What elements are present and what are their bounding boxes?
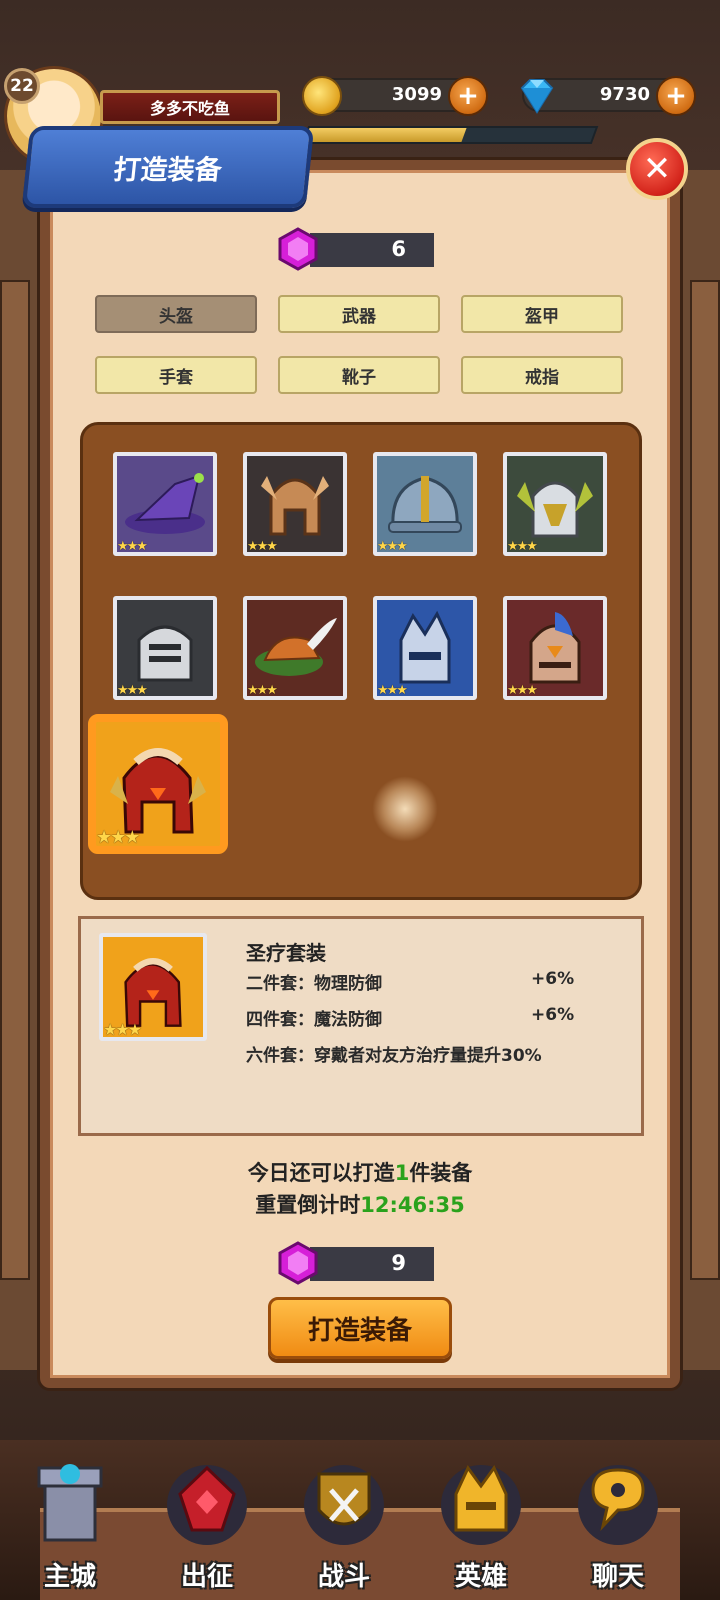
nav-main-city[interactable]: 主城 — [5, 1440, 135, 1600]
material-count: 6 — [391, 237, 406, 261]
modal-title: 打造装备 — [21, 126, 315, 208]
set-bonus-4-value: +6% — [531, 1005, 575, 1025]
spiked-blue-helmet-icon — [377, 600, 473, 696]
set-bonus-2-label: 二件套：物理防御 — [246, 974, 382, 994]
star-rating: ★★★ — [117, 683, 148, 698]
star-rating: ★★★ — [377, 683, 408, 698]
blue-crest-helmet-icon — [507, 600, 603, 696]
star-rating: ★★★ — [247, 683, 278, 698]
gold-value: 3099 — [391, 84, 442, 105]
nav-label: 主城 — [43, 1562, 96, 1592]
star-rating: ★★★ — [103, 1020, 142, 1039]
craft-equipment-button[interactable]: 打造装备 — [268, 1297, 452, 1359]
exp-bar — [301, 126, 599, 144]
nav-battle[interactable]: 战斗 — [279, 1440, 409, 1600]
feathered-hunter-hat-icon — [247, 600, 343, 696]
equipment-slot-selected[interactable]: ★★★ — [88, 714, 228, 854]
background-left-rail — [0, 280, 30, 1280]
set-name: 圣疗套装 — [246, 941, 326, 965]
close-button[interactable]: ✕ — [626, 138, 688, 200]
nav-label: 出征 — [180, 1562, 233, 1592]
daily-prefix: 今日还可以打造 — [247, 1161, 395, 1185]
equipment-slot[interactable]: ★★★ — [243, 596, 347, 700]
set-info-panel: ★★★ 圣疗套装 二件套：物理防御 +6% 四件套：魔法防御 +6% 六件套：穿… — [78, 916, 644, 1136]
exp-bar-fill — [304, 128, 467, 142]
tab-gloves[interactable]: 手套 — [95, 356, 257, 394]
purple-gem-icon — [278, 1241, 318, 1285]
daily-count: 1 — [394, 1161, 410, 1185]
level-badge: 22 — [4, 68, 40, 104]
equipment-slot[interactable]: ★★★ — [113, 452, 217, 556]
steel-kettle-helmet-icon — [377, 456, 473, 552]
diamond-value: 9730 — [599, 84, 650, 105]
bottom-navigation: 主城 出征 战斗 英雄 聊天 — [0, 1440, 720, 1600]
star-rating: ★★★ — [117, 539, 148, 554]
red-crystal-icon — [167, 1465, 247, 1545]
countdown-value: 12:46:35 — [360, 1193, 465, 1217]
material-counter: 6 — [278, 227, 434, 271]
nav-expedition[interactable]: 出征 — [142, 1440, 272, 1600]
chat-bubble-icon — [578, 1465, 658, 1545]
equipment-slot[interactable]: ★★★ — [503, 452, 607, 556]
equipment-slot[interactable]: ★★★ — [113, 596, 217, 700]
gold-silver-winged-helmet-icon — [507, 456, 603, 552]
tab-weapon[interactable]: 武器 — [278, 295, 440, 333]
equipment-slot[interactable]: ★★★ — [503, 596, 607, 700]
empty-slot-sparkle — [372, 776, 438, 842]
diamond-counter: 9730 + — [520, 76, 696, 116]
tab-helmet[interactable]: 头盔 — [95, 295, 257, 333]
diamond-icon — [520, 79, 554, 114]
tab-armor[interactable]: 盔甲 — [461, 295, 623, 333]
gold-counter: 3099 + — [302, 76, 488, 116]
bronze-winged-helmet-icon — [247, 456, 343, 552]
nav-label: 英雄 — [454, 1562, 507, 1592]
star-rating: ★★★ — [507, 539, 538, 554]
background-right-rail — [690, 280, 720, 1280]
gold-coin-icon — [302, 76, 342, 116]
reset-label: 重置倒计时 — [255, 1193, 361, 1217]
nav-heroes[interactable]: 英雄 — [416, 1440, 546, 1600]
castle-tower-icon — [37, 1464, 103, 1542]
star-rating: ★★★ — [507, 683, 538, 698]
wizard-hat-icon — [117, 456, 213, 552]
knight-visor-helmet-icon — [117, 600, 213, 696]
set-bonus-6-label: 六件套：穿戴者对友方治疗量提升30% — [246, 1046, 542, 1066]
tab-boots[interactable]: 靴子 — [278, 356, 440, 394]
star-rating: ★★★ — [377, 539, 408, 554]
star-rating: ★★★ — [247, 539, 278, 554]
star-rating: ★★★ — [96, 827, 140, 848]
nav-chat[interactable]: 聊天 — [553, 1440, 683, 1600]
player-name: 多多不吃鱼 — [100, 90, 280, 124]
golden-helmet-icon — [441, 1465, 521, 1545]
nav-label: 战斗 — [317, 1562, 370, 1592]
crossed-swords-shield-icon — [304, 1465, 384, 1545]
daily-suffix: 件装备 — [409, 1161, 473, 1185]
equipment-slot[interactable]: ★★★ — [373, 596, 477, 700]
reset-countdown: 重置倒计时12:46:35 — [0, 1189, 720, 1219]
add-gold-button[interactable]: + — [448, 76, 488, 116]
set-bonus-4-label: 四件套：魔法防御 — [246, 1010, 382, 1030]
set-bonus-2-value: +6% — [531, 969, 575, 989]
tab-ring[interactable]: 戒指 — [461, 356, 623, 394]
equipment-slot[interactable]: ★★★ — [243, 452, 347, 556]
close-icon: ✕ — [642, 149, 672, 189]
nav-label: 聊天 — [591, 1562, 644, 1592]
set-thumbnail: ★★★ — [99, 933, 207, 1041]
craft-cost-counter: 9 — [278, 1241, 434, 1285]
purple-gem-icon — [278, 227, 318, 271]
equipment-slot[interactable]: ★★★ — [373, 452, 477, 556]
add-diamond-button[interactable]: + — [656, 76, 696, 116]
daily-craft-remaining: 今日还可以打造1件装备 — [0, 1157, 720, 1187]
craft-cost: 9 — [391, 1251, 406, 1275]
